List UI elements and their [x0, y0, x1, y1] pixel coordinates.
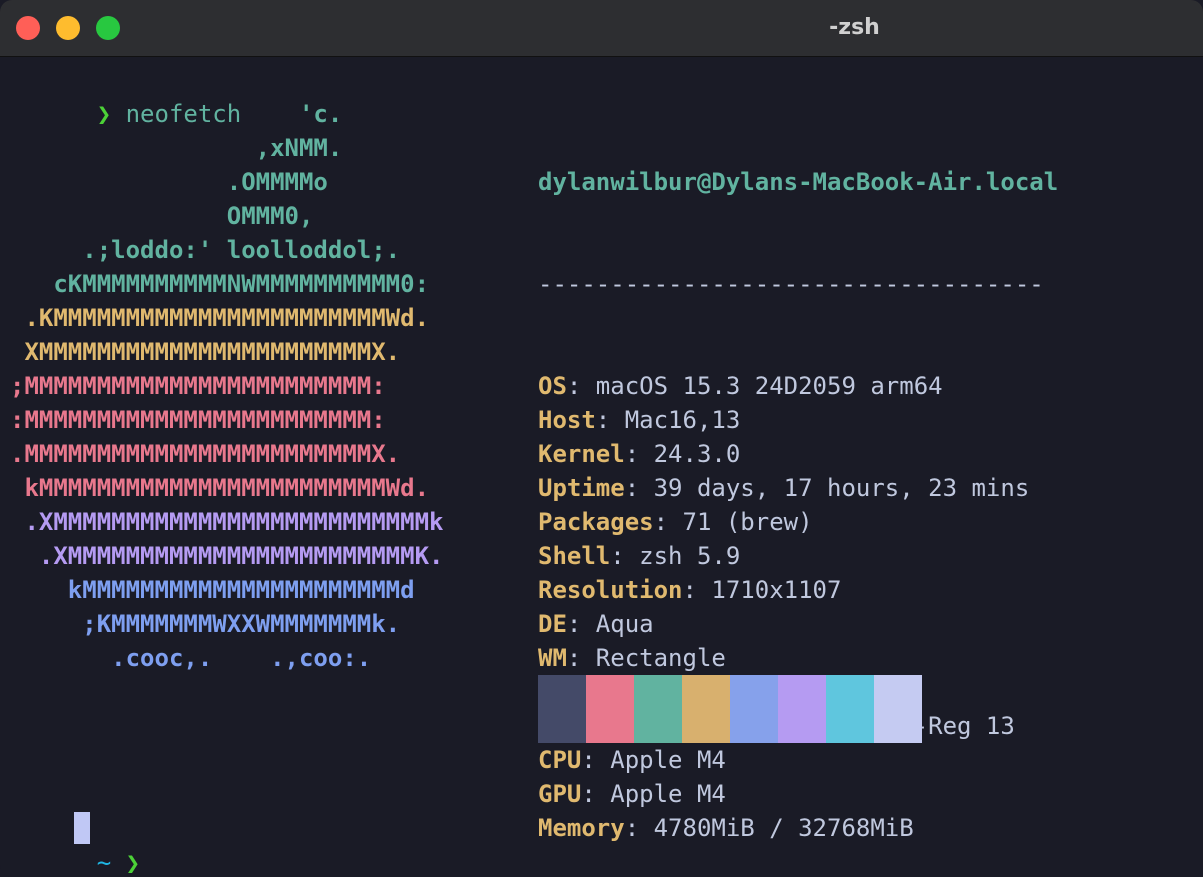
- logo-line: cKMMMMMMMMMMNWMMMMMMMMMM0:: [10, 270, 430, 298]
- info-row: WM: Rectangle: [538, 641, 1058, 675]
- tilde-path: ~: [96, 849, 112, 877]
- info-row: Kernel: 24.3.0: [538, 437, 1058, 471]
- info-value: : Rectangle: [566, 644, 726, 672]
- logo-line: OMMM0,: [10, 202, 314, 230]
- info-key: CPU: [538, 746, 582, 774]
- info-row: Shell: zsh 5.9: [538, 539, 1058, 573]
- logo-line: .XMMMMMMMMMMMMMMMMMMMMMMMMMMk: [10, 508, 444, 536]
- color-swatch: [874, 675, 922, 743]
- info-key: WM: [538, 644, 567, 672]
- logo-line: .MMMMMMMMMMMMMMMMMMMMMMMMX.: [10, 440, 401, 468]
- info-value: : 1710x1107: [682, 576, 842, 604]
- info-key: Host: [538, 406, 596, 434]
- logo-line: ;KMMMMMMMWXXWMMMMMMMk.: [10, 610, 401, 638]
- info-row: DE: Aqua: [538, 607, 1058, 641]
- info-row: Packages: 71 (brew): [538, 505, 1058, 539]
- color-swatch: [826, 675, 874, 743]
- info-row: Resolution: 1710x1107: [538, 573, 1058, 607]
- info-row: Host: Mac16,13: [538, 403, 1058, 437]
- color-swatch: [538, 675, 586, 743]
- info-value: : 71 (brew): [653, 508, 813, 536]
- info-value: : zsh 5.9: [610, 542, 741, 570]
- color-swatch: [634, 675, 682, 743]
- info-key: Resolution: [538, 576, 683, 604]
- info-value: : 39 days, 17 hours, 23 mins: [624, 474, 1030, 502]
- info-key: Packages: [538, 508, 654, 536]
- color-palette: [538, 675, 922, 743]
- title-bar[interactable]: -zsh: [0, 0, 1203, 57]
- info-value: : Apple M4: [581, 780, 726, 808]
- prompt-arrow-icon: ❯: [125, 849, 141, 877]
- logo-line: kMMMMMMMMMMMMMMMMMMMMMMMMWd.: [10, 474, 430, 502]
- logo-line: .KMMMMMMMMMMMMMMMMMMMMMMMWd.: [10, 304, 430, 332]
- color-swatch: [778, 675, 826, 743]
- logo-line: ;MMMMMMMMMMMMMMMMMMMMMMMM:: [10, 372, 386, 400]
- info-key: DE: [538, 610, 567, 638]
- color-swatch: [682, 675, 730, 743]
- color-swatch: [730, 675, 778, 743]
- color-swatch: [586, 675, 634, 743]
- logo-line: kMMMMMMMMMMMMMMMMMMMMMMd: [10, 576, 415, 604]
- info-row: GPU: Apple M4: [538, 777, 1058, 811]
- info-value: : Aqua: [566, 610, 654, 638]
- info-value: : Mac16,13: [595, 406, 741, 434]
- info-row: CPU: Apple M4: [538, 743, 1058, 777]
- info-key: Memory: [538, 814, 625, 842]
- info-row: OS: macOS 15.3 24D2059 arm64: [538, 369, 1058, 403]
- header-separator: -----------------------------------: [538, 270, 1044, 298]
- logo-line: XMMMMMMMMMMMMMMMMMMMMMMMX.: [10, 338, 401, 366]
- terminal-window: -zsh ❯ neofetch 'c. ,xNMM. .OMMMMo OMMM0…: [0, 0, 1203, 877]
- logo-line: ,xNMM.: [10, 134, 343, 162]
- window-title: -zsh: [829, 15, 880, 40]
- logo-line: :MMMMMMMMMMMMMMMMMMMMMMMM:: [10, 406, 386, 434]
- logo-line: 'c.: [10, 100, 343, 128]
- info-row: Uptime: 39 days, 17 hours, 23 mins: [538, 471, 1058, 505]
- info-value: : 4780MiB / 32768MiB: [624, 814, 914, 842]
- text-cursor[interactable]: [74, 812, 90, 844]
- info-value: : macOS 15.3 24D2059 arm64: [566, 372, 943, 400]
- info-key: Kernel: [538, 440, 625, 468]
- info-value: : Apple M4: [581, 746, 726, 774]
- logo-line: .cooc,. .,coo:.: [10, 644, 372, 672]
- info-key: GPU: [538, 780, 582, 808]
- info-key: Shell: [538, 542, 611, 570]
- logo-line: .OMMMMo: [10, 168, 328, 196]
- info-key: OS: [538, 372, 567, 400]
- ascii-logo: 'c. ,xNMM. .OMMMMo OMMM0, .;loddo:' lool…: [10, 97, 443, 675]
- first-prompt-line: ❯ neofetch: [10, 63, 242, 128]
- terminal-output[interactable]: ❯ neofetch 'c. ,xNMM. .OMMMMo OMMM0, .;l…: [0, 57, 1203, 877]
- info-key: Uptime: [538, 474, 625, 502]
- info-value: : 24.3.0: [624, 440, 741, 468]
- logo-line: .;loddo:' loolloddol;.: [10, 236, 401, 264]
- user-host-header: dylanwilbur@Dylans-MacBook-Air.local: [538, 168, 1059, 196]
- logo-line: .XMMMMMMMMMMMMMMMMMMMMMMMMK.: [10, 542, 444, 570]
- info-row: Memory: 4780MiB / 32768MiB: [538, 811, 1058, 845]
